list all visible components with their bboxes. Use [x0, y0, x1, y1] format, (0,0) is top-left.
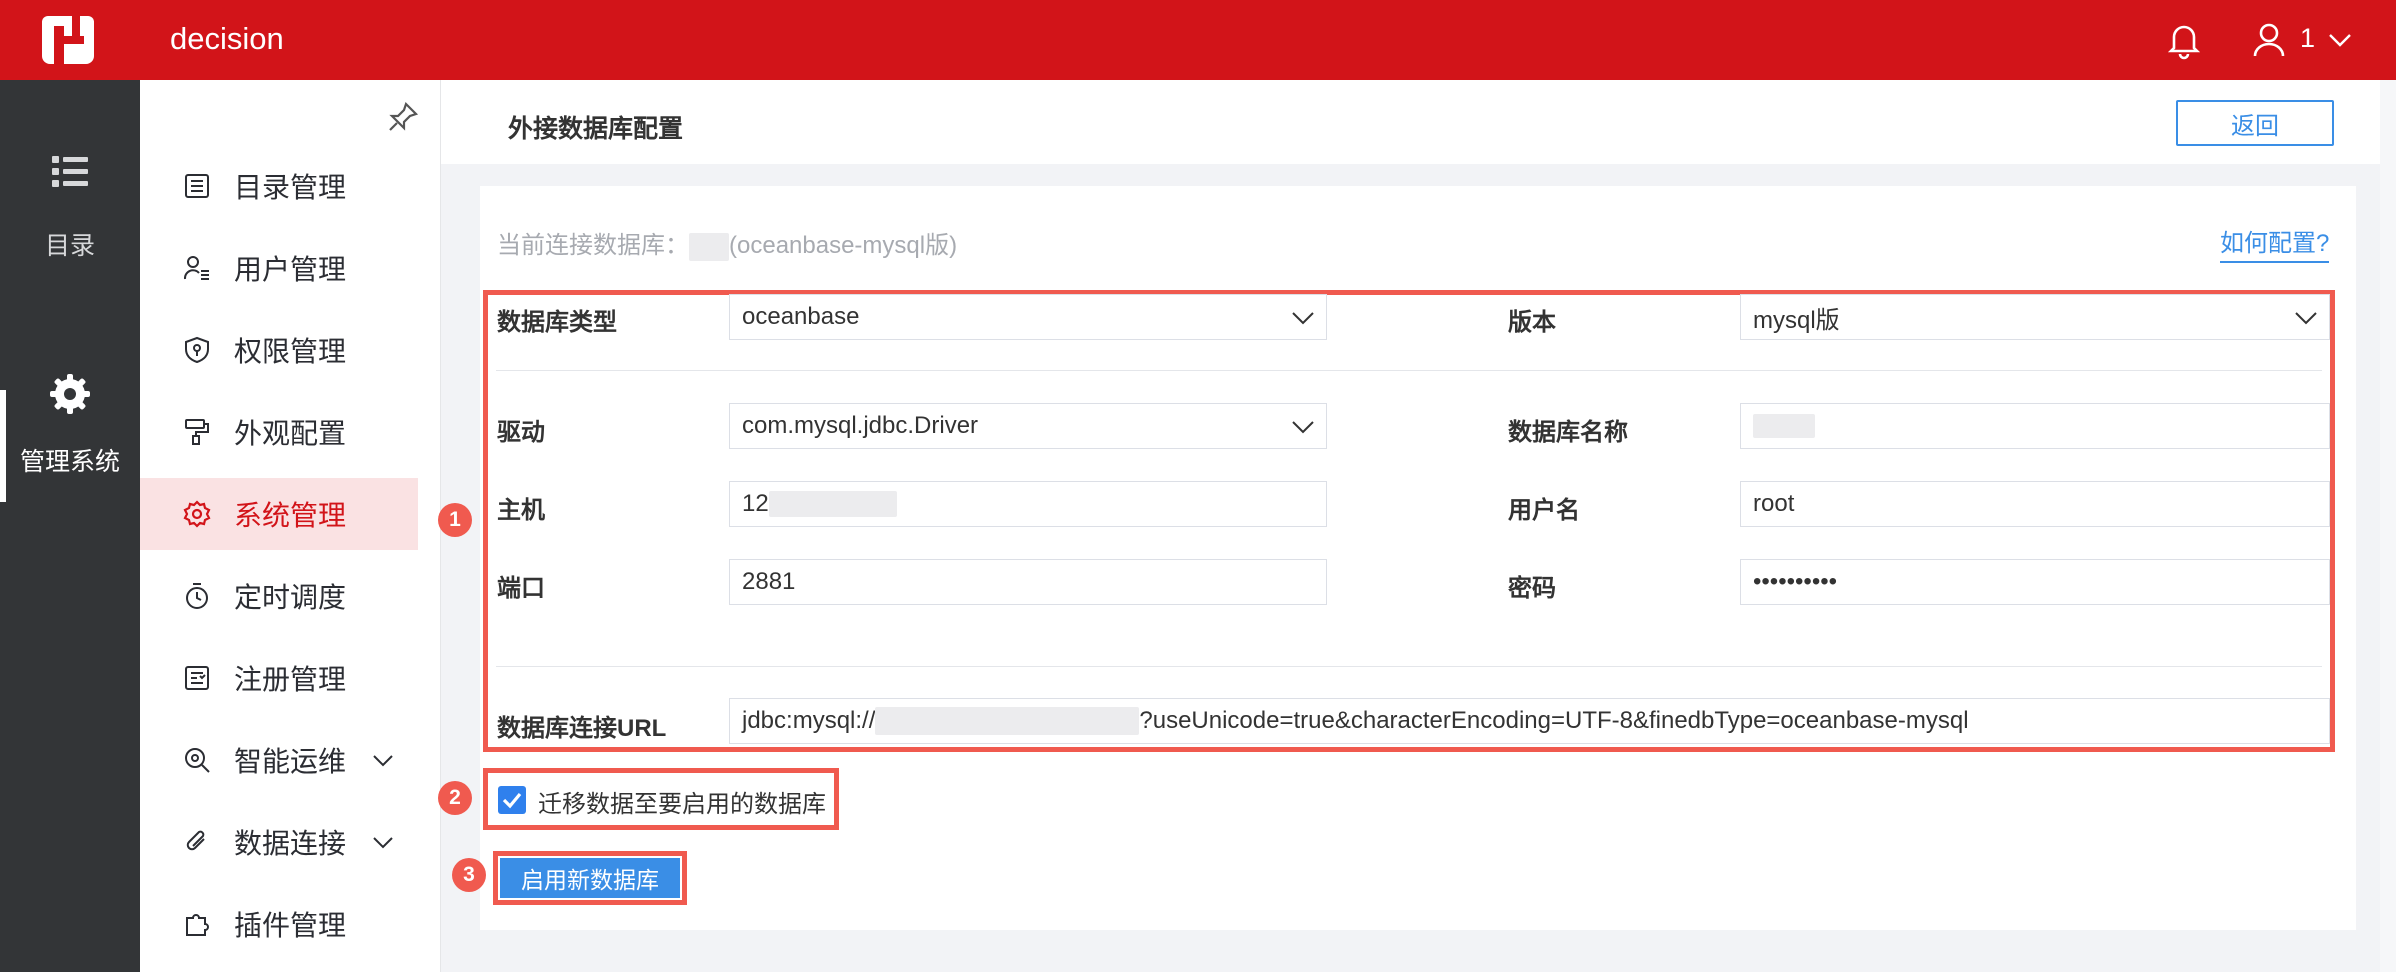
- sidebar-item-registration[interactable]: 注册管理: [140, 642, 418, 714]
- rail-item-label: 管理系统: [19, 448, 120, 476]
- db-url-suffix: ?useUnicode=true&characterEncoding=UTF-8…: [1139, 707, 1969, 734]
- chevron-down-icon: [2295, 312, 2317, 325]
- sidebar-item-label: 数据连接: [234, 828, 347, 859]
- sidebar-item-scheduling[interactable]: 定时调度: [140, 560, 418, 632]
- db-url-input[interactable]: jdbc:mysql:// ?useUnicode=true&characterE…: [729, 698, 2330, 744]
- version-select[interactable]: mysql版: [1740, 294, 2330, 340]
- chevron-down-icon: [1292, 421, 1314, 434]
- sidebar-item-data-connection[interactable]: 数据连接: [140, 806, 418, 878]
- sidebar-item-permissions[interactable]: 权限管理: [140, 314, 418, 386]
- user-list-icon: [183, 256, 209, 280]
- port-input[interactable]: 2881: [729, 559, 1327, 605]
- driver-select[interactable]: com.mysql.jdbc.Driver: [729, 403, 1327, 449]
- migrate-data-checkbox[interactable]: [498, 786, 526, 814]
- sidebar-item-label: 注册管理: [234, 664, 347, 695]
- redacted-block: [768, 491, 897, 517]
- app-logo-icon[interactable]: [40, 12, 96, 68]
- db-name-input[interactable]: [1740, 403, 2330, 449]
- redacted-block: [689, 232, 729, 261]
- chevron-down-icon[interactable]: [370, 747, 396, 773]
- migrate-data-label[interactable]: 迁移数据至要启用的数据库: [538, 784, 826, 819]
- driver-label: 驱动: [497, 419, 545, 446]
- host-input[interactable]: 12: [729, 481, 1327, 527]
- rail-item-management[interactable]: 管理系统: [0, 372, 140, 478]
- scrollbar[interactable]: [2380, 80, 2396, 972]
- gear-icon: [50, 374, 90, 414]
- stopwatch-icon: [186, 583, 208, 609]
- username-label: 用户名: [1508, 497, 1580, 524]
- user-name[interactable]: 1: [2300, 23, 2315, 54]
- username-input[interactable]: root: [1740, 481, 2330, 527]
- sidebar-item-users[interactable]: 用户管理: [140, 232, 418, 304]
- current-db-info: 当前连接数据库： (oceanbase-mysql版): [497, 225, 957, 261]
- content-header: [441, 80, 2381, 164]
- sidebar-item-label: 插件管理: [234, 910, 347, 941]
- redacted-block: [875, 707, 1140, 735]
- version-value: mysql版: [1753, 306, 1840, 334]
- redacted-block: [1753, 414, 1815, 438]
- current-db-prefix: 当前连接数据库：: [497, 232, 689, 259]
- gear-icon: [183, 500, 211, 528]
- top-bar: decision 1: [0, 0, 2396, 80]
- sidebar-item-label: 定时调度: [234, 582, 347, 613]
- db-name-label: 数据库名称: [1508, 419, 1628, 446]
- shield-icon: [185, 336, 209, 364]
- divider: [496, 370, 2322, 371]
- driver-value: com.mysql.jdbc.Driver: [742, 412, 979, 439]
- sidebar: 目录管理 用户管理 权限管理 外观配置 系统管理 定时调度 注册管理 智能运维 …: [140, 80, 441, 972]
- sidebar-item-appearance[interactable]: 外观配置: [140, 396, 418, 468]
- sidebar-item-plugins[interactable]: 插件管理: [140, 888, 418, 960]
- current-db-suffix: (oceanbase-mysql版): [729, 232, 958, 259]
- annotation-badge: 1: [438, 503, 472, 537]
- password-input[interactable]: ••••••••••: [1740, 559, 2330, 605]
- chevron-down-icon[interactable]: [370, 829, 396, 855]
- how-to-configure-link[interactable]: 如何配置?: [2220, 223, 2330, 263]
- checkmark-icon: [502, 792, 522, 809]
- rail-item-label: 目录: [44, 232, 95, 260]
- smart-ops-icon: [185, 748, 210, 773]
- registration-icon: [185, 666, 209, 690]
- chevron-down-icon: [1292, 312, 1314, 325]
- rail-item-directory[interactable]: 目录: [0, 152, 140, 262]
- username-value: root: [1753, 490, 1795, 517]
- password-label: 密码: [1508, 575, 1556, 602]
- db-type-select[interactable]: oceanbase: [729, 294, 1327, 340]
- page-title: 外接数据库配置: [508, 115, 684, 143]
- sidebar-item-system[interactable]: 系统管理: [140, 478, 418, 550]
- divider: [496, 666, 2322, 667]
- puzzle-icon: [186, 914, 209, 936]
- annotation-badge: 2: [438, 781, 472, 815]
- notification-bell-icon[interactable]: [2166, 20, 2202, 60]
- sidebar-item-label: 目录管理: [234, 172, 347, 203]
- user-icon[interactable]: [2252, 22, 2286, 58]
- paint-roller-icon: [185, 419, 209, 445]
- sidebar-item-label: 权限管理: [234, 336, 347, 367]
- host-value: 12: [742, 490, 769, 517]
- version-label: 版本: [1508, 309, 1556, 336]
- sidebar-item-directory[interactable]: 目录管理: [140, 150, 418, 222]
- port-value: 2881: [742, 568, 796, 595]
- enable-new-db-button[interactable]: 启用新数据库: [500, 858, 680, 898]
- pin-icon[interactable]: [386, 100, 420, 134]
- port-label: 端口: [497, 575, 545, 602]
- db-url-prefix: jdbc:mysql://: [742, 707, 876, 734]
- paperclip-icon: [186, 830, 205, 851]
- sidebar-item-label: 系统管理: [234, 500, 347, 531]
- db-url-label: 数据库连接URL: [497, 715, 667, 742]
- chevron-down-icon[interactable]: [2326, 26, 2354, 54]
- db-type-label: 数据库类型: [497, 309, 617, 336]
- document-list-icon: [185, 174, 209, 198]
- app-title: decision: [170, 21, 284, 56]
- sidebar-item-smart-ops[interactable]: 智能运维: [140, 724, 418, 796]
- annotation-badge: 3: [452, 858, 486, 892]
- list-icon: [52, 156, 88, 187]
- back-button[interactable]: 返回: [2176, 100, 2334, 146]
- sidebar-item-label: 外观配置: [234, 418, 347, 449]
- db-type-value: oceanbase: [742, 303, 860, 330]
- password-value: ••••••••••: [1753, 568, 1838, 595]
- left-rail: 目录 管理系统: [0, 80, 140, 972]
- sidebar-item-label: 用户管理: [234, 254, 347, 285]
- host-label: 主机: [497, 497, 545, 524]
- sidebar-item-label: 智能运维: [234, 746, 347, 777]
